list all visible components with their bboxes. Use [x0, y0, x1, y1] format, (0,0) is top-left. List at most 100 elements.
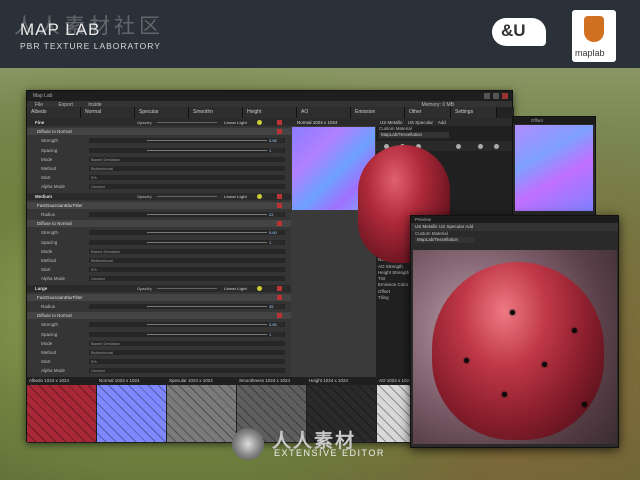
param-field[interactable] — [89, 258, 285, 263]
camera-icon[interactable] — [478, 144, 483, 149]
settings-icon[interactable] — [494, 144, 499, 149]
param-row: Method Bidirectional — [27, 349, 291, 356]
param-slider[interactable] — [147, 232, 267, 234]
param-field[interactable] — [89, 276, 285, 282]
tab-ao[interactable]: AO — [297, 107, 351, 118]
thumb-1[interactable] — [97, 385, 166, 442]
opacity-slider[interactable] — [157, 195, 217, 197]
tab-specular[interactable]: Specular — [135, 107, 189, 118]
tab-height[interactable]: Height — [243, 107, 297, 118]
filter-header[interactable]: FastGaussianBlurFilter — [27, 293, 291, 301]
map-tabs: Albedo Normal Specular Smoothn Height AO Emiss… — [27, 107, 514, 118]
tab-us-specular[interactable]: US Specular — [408, 120, 433, 125]
remove-layer-button[interactable] — [277, 120, 282, 125]
material-select[interactable]: MapLab/Tessellation — [379, 132, 449, 138]
opacity-slider[interactable] — [157, 287, 217, 289]
param-slider[interactable] — [147, 241, 267, 243]
param-row: Spacing 1 — [27, 331, 291, 338]
param-number[interactable]: 1 — [269, 331, 283, 337]
large-preview-sphere — [432, 262, 604, 440]
light-icon[interactable] — [456, 144, 461, 149]
flask-icon — [584, 16, 604, 42]
row-label: Mode — [41, 248, 53, 254]
row-label: Method — [41, 350, 57, 355]
opacity-label: Opacity — [137, 120, 152, 125]
param-slider[interactable] — [147, 140, 267, 142]
thumb-0[interactable] — [27, 385, 96, 442]
remove-filter-button[interactable] — [277, 129, 282, 135]
row-label: Alpha Mode — [41, 368, 66, 374]
tab-emission[interactable]: Emission — [351, 107, 405, 118]
remove-filter-button[interactable] — [277, 221, 282, 227]
tab-normal[interactable]: Normal — [81, 107, 135, 118]
layer-header[interactable]: Large Opacity Linear Light — [27, 284, 291, 292]
param-slider[interactable] — [147, 333, 267, 335]
tuft-button — [464, 358, 469, 363]
remove-filter-button[interactable] — [277, 202, 282, 208]
param-slider[interactable] — [147, 324, 267, 326]
tab-settings[interactable]: Settings — [451, 107, 497, 118]
param-value: Bidirectional — [91, 350, 113, 355]
thumb-label: Specular 1024 x 1024 — [169, 378, 213, 383]
preview-material-select[interactable]: MapLab/Tessellation — [415, 237, 475, 243]
param-value: Based Deviation — [91, 156, 121, 162]
visibility-toggle[interactable] — [257, 120, 262, 125]
param-field[interactable] — [89, 359, 285, 365]
thumb-2[interactable] — [167, 385, 236, 442]
param-number[interactable]: 0.58 — [269, 138, 283, 144]
param-number[interactable]: 22 — [269, 212, 283, 217]
param-slider[interactable] — [147, 149, 267, 151]
maplab-logo: maplab — [572, 10, 616, 62]
filter-header[interactable]: Diffuse to Normal — [27, 220, 291, 228]
blend-mode-select[interactable]: Linear Light — [223, 120, 249, 125]
param-slider[interactable] — [147, 214, 267, 215]
row-label: Start — [41, 359, 51, 365]
row-label: FastGaussianBlurFilter — [37, 202, 83, 208]
maximize-button[interactable] — [493, 93, 499, 99]
param-row: Method Bidirectional — [27, 257, 291, 264]
row-label: Alpha Mode — [41, 276, 66, 282]
param-number[interactable]: 0.60 — [269, 230, 283, 236]
param-value: 5% — [91, 175, 97, 181]
tab-add[interactable]: Add — [438, 120, 446, 125]
remove-layer-button[interactable] — [277, 285, 282, 291]
blend-mode-select[interactable]: Linear Light — [223, 193, 249, 199]
app-title: MAP LAB — [20, 20, 101, 39]
preview-tabs[interactable]: US Metallic US Specular Add — [411, 223, 618, 231]
param-field[interactable] — [89, 175, 285, 181]
layer-header[interactable]: Medium Opacity Linear Light — [27, 192, 291, 200]
param-number[interactable]: 0.65 — [269, 322, 283, 328]
row-label: Alpha Mode — [41, 184, 66, 190]
param-row: Strength 0.58 — [27, 137, 291, 144]
param-number[interactable]: 35 — [269, 304, 283, 309]
param-slider[interactable] — [147, 306, 267, 307]
filter-header[interactable]: Diffuse to Normal — [27, 312, 291, 320]
close-button[interactable] — [502, 93, 508, 99]
remove-layer-button[interactable] — [277, 193, 282, 199]
param-value: Unused — [91, 368, 105, 374]
visibility-toggle[interactable] — [257, 285, 262, 291]
param-field[interactable] — [89, 166, 285, 171]
opacity-slider[interactable] — [157, 122, 217, 123]
layer-header[interactable]: Fine Opacity Linear Light — [27, 119, 291, 126]
param-field[interactable] — [89, 267, 285, 273]
row-label: Large — [35, 285, 48, 291]
filter-header[interactable]: Diffuse to Normal — [27, 128, 291, 136]
minimize-button[interactable] — [484, 93, 490, 99]
tab-us-metallic[interactable]: US Metallic — [380, 120, 403, 125]
visibility-toggle[interactable] — [257, 193, 262, 199]
tab-smoothn[interactable]: Smoothn — [189, 107, 243, 118]
remove-filter-button[interactable] — [277, 313, 282, 319]
param-number[interactable]: 1 — [269, 147, 283, 153]
param-field[interactable] — [89, 368, 285, 374]
filter-header[interactable]: FastGaussianBlurFilter — [27, 201, 291, 209]
remove-filter-button[interactable] — [277, 294, 282, 300]
tab-other[interactable]: Other — [405, 107, 451, 118]
tab-albedo[interactable]: Albedo — [27, 107, 81, 118]
blend-mode-select[interactable]: Linear Light — [223, 285, 249, 291]
param-field[interactable] — [89, 184, 285, 190]
param-field[interactable] — [89, 350, 285, 355]
param-row: Radius 22 — [27, 211, 291, 218]
param-number[interactable]: 1 — [269, 239, 283, 245]
thumb-label: AO 1024 x 1024 — [379, 378, 412, 383]
